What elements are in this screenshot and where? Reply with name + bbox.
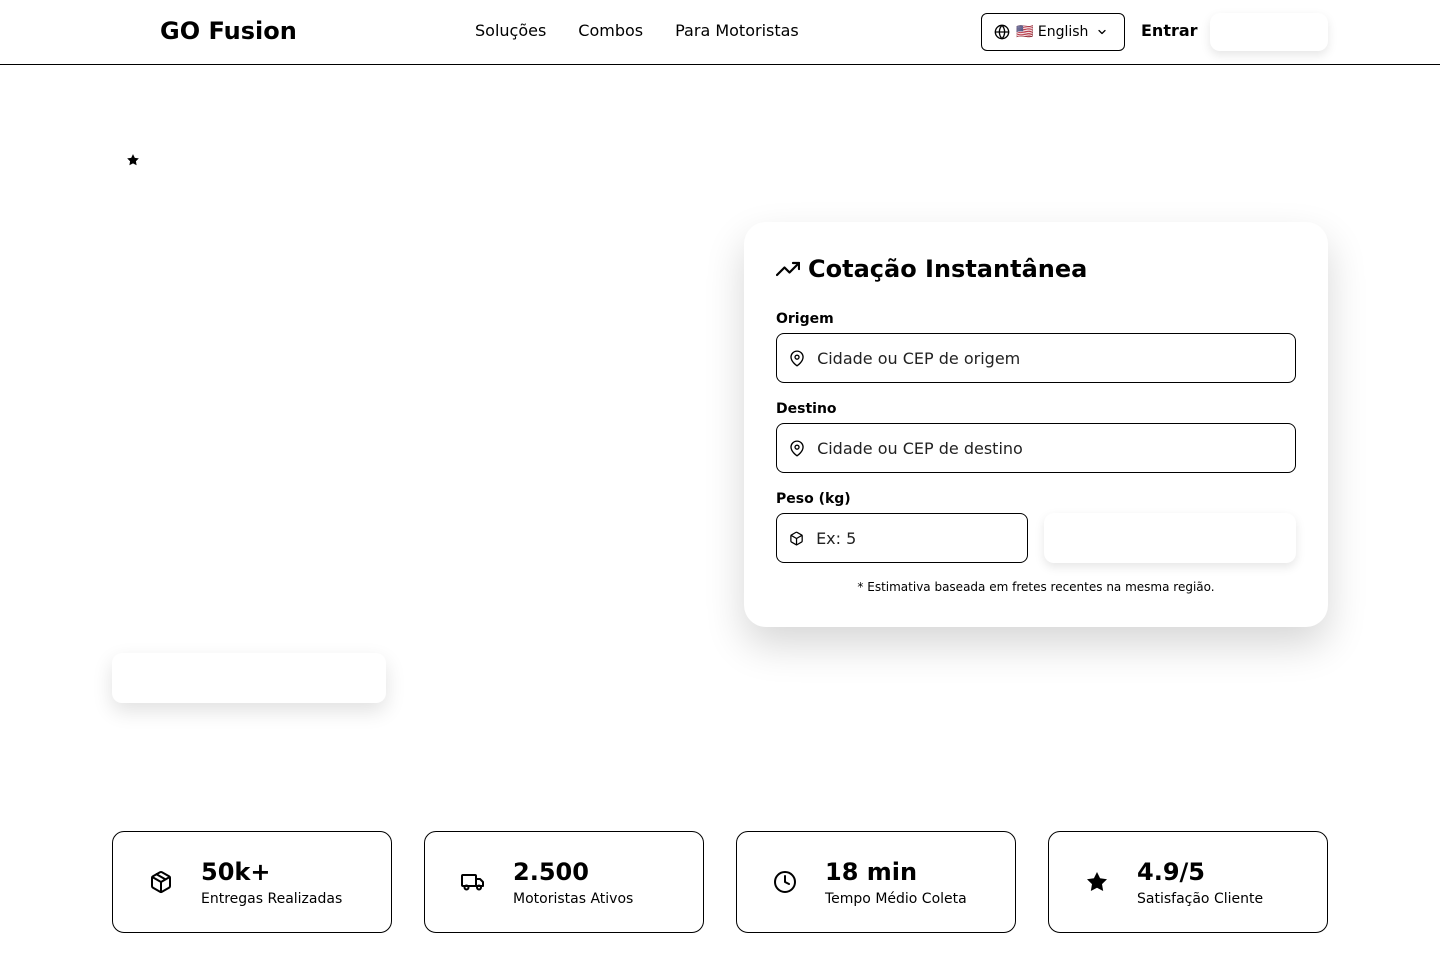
stat-value: 18 min	[825, 858, 918, 886]
nav-item-combos[interactable]: Combos	[578, 21, 643, 41]
weight-input[interactable]	[816, 528, 1027, 548]
destination-input[interactable]	[817, 438, 1295, 458]
stat-card-satisfaction: 4.9/5 Satisfação Cliente	[1048, 831, 1328, 933]
globe-icon	[994, 24, 1010, 40]
stat-value: 4.9/5	[1137, 858, 1205, 886]
estimate-note: * Estimativa baseada em fretes recentes …	[857, 580, 1215, 594]
quote-title-text: Cotação Instantânea	[808, 255, 1088, 283]
stat-card-deliveries: 50k+ Entregas Realizadas	[112, 831, 392, 933]
language-label: 🇺🇸 English	[1016, 24, 1089, 40]
stat-label: Tempo Médio Coleta	[825, 891, 967, 907]
stat-label: Motoristas Ativos	[513, 891, 634, 907]
star-icon	[127, 154, 139, 166]
header-cta-button[interactable]	[1210, 13, 1328, 51]
trending-up-icon	[776, 261, 800, 277]
origin-field-wrapper	[776, 333, 1296, 383]
stat-label: Entregas Realizadas	[201, 891, 343, 907]
package-icon	[151, 871, 171, 894]
stat-value: 2.500	[513, 858, 589, 886]
login-button[interactable]: Entrar	[1141, 21, 1198, 41]
stat-card-pickup-time: 18 min Tempo Médio Coleta	[736, 831, 1016, 933]
star-icon	[1087, 872, 1107, 892]
chevron-down-icon	[1098, 29, 1107, 35]
map-pin-icon	[790, 439, 804, 457]
site-header: GO Fusion Soluções Combos Para Motorista…	[0, 0, 1440, 65]
nav-item-para-motoristas[interactable]: Para Motoristas	[675, 21, 799, 41]
package-icon	[790, 531, 803, 545]
stat-card-drivers: 2.500 Motoristas Ativos	[424, 831, 704, 933]
stat-value: 50k+	[201, 858, 271, 886]
quote-title: Cotação Instantânea	[776, 254, 1087, 284]
destination-field-wrapper	[776, 423, 1296, 473]
main-nav: Soluções Combos Para Motoristas	[475, 21, 799, 41]
quote-card: Cotação Instantânea Origem Destino Peso …	[744, 222, 1328, 627]
map-pin-icon	[790, 349, 804, 367]
origin-label: Origem	[776, 311, 834, 327]
clock-icon	[774, 871, 796, 893]
origin-input[interactable]	[817, 348, 1295, 368]
weight-label: Peso (kg)	[776, 491, 851, 507]
calculate-button[interactable]	[1044, 513, 1296, 563]
truck-icon	[461, 874, 484, 891]
weight-field-wrapper	[776, 513, 1028, 563]
hero-cta-button[interactable]	[112, 653, 386, 703]
logo[interactable]: GO Fusion	[160, 16, 297, 46]
stat-label: Satisfação Cliente	[1137, 891, 1264, 907]
language-select[interactable]: 🇺🇸 English	[981, 13, 1125, 51]
nav-item-solucoes[interactable]: Soluções	[475, 21, 546, 41]
destination-label: Destino	[776, 401, 837, 417]
